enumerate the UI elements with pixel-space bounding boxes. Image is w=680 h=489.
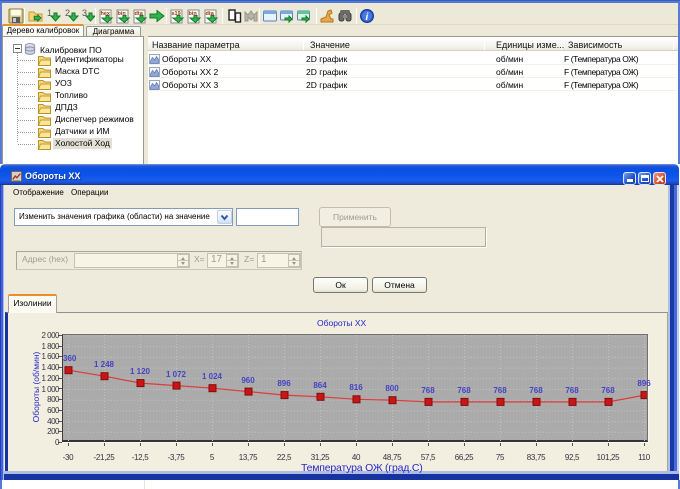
svg-text:i: i [366, 12, 369, 23]
